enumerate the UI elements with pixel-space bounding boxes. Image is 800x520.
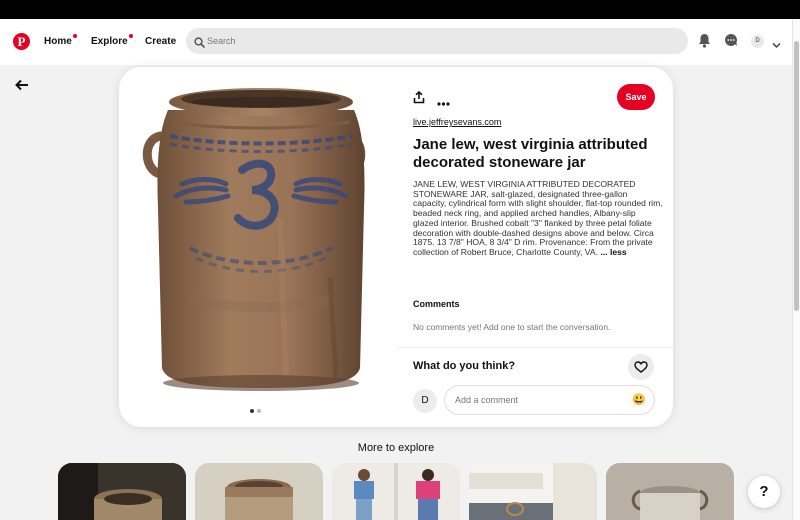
comment-prompt: What do you think?	[413, 360, 516, 372]
image-carousel-indicator[interactable]	[250, 400, 264, 418]
share-icon[interactable]	[413, 90, 425, 109]
header: P Home Explore Create D	[0, 19, 792, 65]
search-input[interactable]	[207, 32, 677, 50]
scrollbar-thumb[interactable]	[794, 41, 799, 311]
comment-field[interactable]: 😃	[444, 385, 655, 415]
source-link[interactable]: live.jeffreysevans.com	[413, 117, 501, 127]
back-arrow-icon[interactable]	[14, 78, 30, 92]
pin-title: Jane lew, west virginia attributed decor…	[413, 136, 648, 171]
nav-explore-label: Explore	[91, 36, 128, 47]
browser-top-bar	[0, 0, 800, 19]
more-options-icon[interactable]	[437, 93, 450, 111]
notification-dot	[72, 34, 77, 38]
help-button[interactable]: ?	[748, 476, 780, 508]
explore-thumb-white-jar[interactable]	[606, 463, 734, 520]
pin-description: JANE LEW, WEST VIRGINIA ATTRIBUTED DECOR…	[413, 179, 663, 258]
nav-home[interactable]: Home	[44, 34, 77, 47]
save-button[interactable]: Save	[617, 84, 655, 110]
explore-thumb-kitchen[interactable]	[469, 463, 597, 520]
search-icon	[194, 35, 205, 53]
pin-description-text: JANE LEW, WEST VIRGINIA ATTRIBUTED DECOR…	[413, 179, 663, 257]
notification-dot	[128, 34, 133, 38]
nav-create-label: Create	[145, 36, 177, 47]
explore-thumb-brown-crock[interactable]	[195, 463, 323, 520]
carousel-dot-active[interactable]	[250, 409, 254, 413]
comment-input[interactable]	[455, 392, 625, 408]
emoji-icon[interactable]: 😃	[632, 393, 646, 407]
nav-explore[interactable]: Explore	[91, 34, 133, 47]
search-bar[interactable]	[186, 28, 688, 54]
commenter-avatar[interactable]: D	[413, 389, 437, 413]
more-to-explore-heading: More to explore	[357, 442, 435, 454]
bell-icon[interactable]	[698, 33, 711, 53]
pin-image[interactable]	[130, 78, 392, 408]
explore-thumb-fashion[interactable]	[332, 463, 460, 520]
chevron-down-icon[interactable]	[772, 36, 781, 54]
user-avatar[interactable]: D	[751, 35, 764, 48]
react-button[interactable]	[628, 354, 654, 380]
divider	[398, 347, 673, 348]
page-scrollbar[interactable]	[792, 19, 800, 520]
chat-icon[interactable]	[724, 33, 738, 52]
comments-heading: Comments	[413, 299, 460, 309]
nav-home-label: Home	[44, 36, 72, 47]
nav-create[interactable]: Create	[145, 36, 176, 47]
pinterest-logo[interactable]: P	[13, 33, 30, 50]
less-toggle[interactable]: ... less	[600, 247, 626, 257]
explore-thumb-dark-crock[interactable]	[58, 463, 186, 520]
pin-card: Save live.jeffreysevans.com Jane lew, we…	[119, 67, 673, 427]
no-comments-text: No comments yet! Add one to start the co…	[413, 322, 611, 332]
carousel-dot[interactable]	[257, 409, 261, 413]
